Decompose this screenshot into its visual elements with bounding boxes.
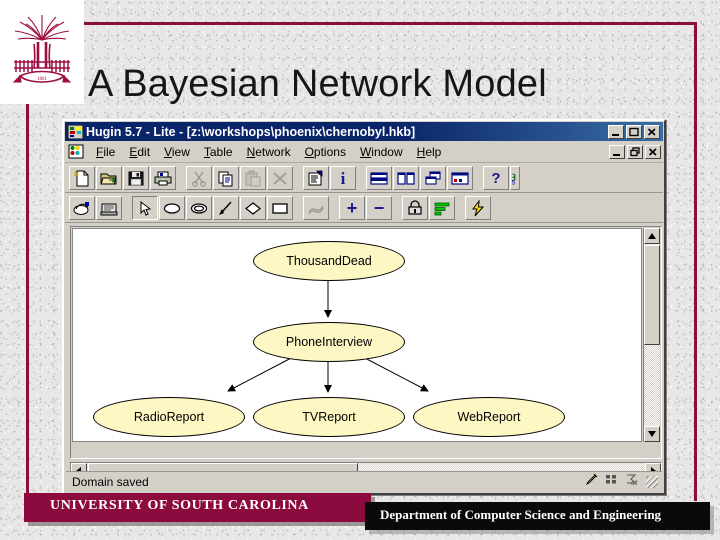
edge-phoneinterview-webreport (360, 355, 429, 392)
menu-help[interactable]: Help (410, 144, 449, 160)
save-disk-icon[interactable] (123, 166, 149, 190)
node-radioreport[interactable]: RadioReport (93, 397, 245, 437)
open-folder-icon[interactable] (96, 166, 122, 190)
bar-chart-icon[interactable] (429, 196, 455, 220)
node-thousanddead[interactable]: ThousandDead (253, 241, 405, 281)
utility-node-icon[interactable] (267, 196, 293, 220)
department-name: Department of Computer Science and Engin… (380, 507, 662, 522)
node-label: WebReport (457, 410, 521, 424)
vertical-scrollbar[interactable] (643, 228, 660, 442)
tile-vertical-icon[interactable] (393, 166, 419, 190)
mdi-child-controls (609, 145, 663, 159)
continuous-node-icon[interactable] (186, 196, 212, 220)
node-phoneinterview[interactable]: PhoneInterview (253, 322, 405, 362)
node-tvreport[interactable]: TVReport (253, 397, 405, 437)
node-properties-icon[interactable] (303, 166, 329, 190)
palmetto-tree-icon: 1801 (12, 15, 72, 83)
menu-file[interactable]: File (89, 144, 122, 160)
sum-off-icon[interactable]: off (625, 473, 639, 491)
node-label: TVReport (302, 410, 356, 424)
edge-phoneinterview-radioreport (227, 355, 296, 392)
menu-edit[interactable]: Edit (122, 144, 157, 160)
menu-options[interactable]: Options (298, 144, 353, 160)
page-title: A Bayesian Network Model (88, 63, 547, 105)
tile-horizontal-icon[interactable] (366, 166, 392, 190)
cascade-windows-icon[interactable] (420, 166, 446, 190)
window-title-text: Hugin 5.7 - Lite - [z:\workshops\phoenix… (86, 124, 416, 139)
usc-logo: 1801 (0, 0, 84, 104)
arrange-icons-icon[interactable] (447, 166, 473, 190)
node-label: RadioReport (133, 410, 205, 424)
university-name: UNIVERSITY OF SOUTH CAROLINA (50, 498, 309, 513)
edit-pencil-icon[interactable] (585, 473, 598, 491)
grid-view-icon[interactable] (605, 473, 618, 491)
lock-icon[interactable] (402, 196, 428, 220)
menu-view[interactable]: View (157, 144, 197, 160)
menu-window[interactable]: Window (353, 144, 410, 160)
status-icon-group: off (585, 473, 662, 491)
network-canvas-frame: ThousandDead PhoneInterview RadioReport … (70, 226, 662, 459)
hugin-application-window: Hugin 5.7 - Lite - [z:\workshops\phoenix… (62, 119, 666, 495)
frame-rule-top (80, 22, 697, 25)
frame-rule-left (26, 100, 29, 500)
paste-icon[interactable] (240, 166, 266, 190)
university-banner: UNIVERSITY OF SOUTH CAROLINA (24, 493, 371, 522)
toolbar-secondary: + − (65, 194, 663, 223)
new-file-icon[interactable] (69, 166, 95, 190)
node-label: PhoneInterview (285, 335, 373, 349)
department-banner: Department of Computer Science and Engin… (365, 502, 710, 530)
copy-icon[interactable] (213, 166, 239, 190)
hugin-app-icon (67, 124, 84, 139)
document-icon[interactable] (68, 144, 85, 160)
svg-text:1801: 1801 (37, 77, 48, 82)
toolbar-primary: i ? 5 (65, 164, 663, 193)
info-icon[interactable]: i (330, 166, 356, 190)
maximize-button[interactable] (626, 124, 642, 139)
window-titlebar: Hugin 5.7 - Lite - [z:\workshops\phoenix… (65, 122, 663, 141)
select-arrow-icon[interactable] (132, 196, 158, 220)
run-propagation-icon[interactable] (69, 196, 95, 220)
cut-scissors-icon[interactable] (186, 166, 212, 190)
status-message: Domain saved (72, 474, 149, 489)
lightning-bolt-icon[interactable] (465, 196, 491, 220)
decision-node-icon[interactable] (240, 196, 266, 220)
svg-text:5: 5 (512, 179, 516, 186)
node-label: ThousandDead (286, 254, 372, 268)
link-arrow-icon[interactable] (213, 196, 239, 220)
discrete-node-icon[interactable] (159, 196, 185, 220)
scroll-up-button[interactable] (644, 228, 660, 244)
minimize-button[interactable] (608, 124, 624, 139)
menu-network[interactable]: Network (240, 144, 298, 160)
compile-icon[interactable] (96, 196, 122, 220)
mdi-restore-button[interactable] (627, 145, 643, 159)
menu-table[interactable]: Table (197, 144, 240, 160)
zoom-in-plus-icon[interactable]: + (339, 196, 365, 220)
vertical-scroll-thumb[interactable] (644, 245, 660, 345)
scroll-down-button[interactable] (644, 426, 660, 442)
zoom-out-minus-icon[interactable]: − (366, 196, 392, 220)
shuffle-icon[interactable] (303, 196, 329, 220)
statusbar: Domain saved off (66, 471, 662, 491)
mdi-minimize-button[interactable] (609, 145, 625, 159)
node-webreport[interactable]: WebReport (413, 397, 565, 437)
overflow-icon[interactable]: 5 (510, 166, 520, 190)
window-controls (608, 124, 661, 139)
bayesian-network-canvas[interactable]: ThousandDead PhoneInterview RadioReport … (72, 228, 642, 442)
print-icon[interactable] (150, 166, 176, 190)
close-button[interactable] (644, 124, 660, 139)
mdi-close-button[interactable] (645, 145, 661, 159)
help-question-icon[interactable]: ? (483, 166, 509, 190)
resize-grip-icon[interactable] (646, 475, 658, 488)
svg-text:off: off (631, 481, 638, 486)
frame-rule-right (694, 22, 697, 501)
menubar: File Edit View Table Network Options Win… (65, 142, 663, 163)
delete-x-icon[interactable] (267, 166, 293, 190)
